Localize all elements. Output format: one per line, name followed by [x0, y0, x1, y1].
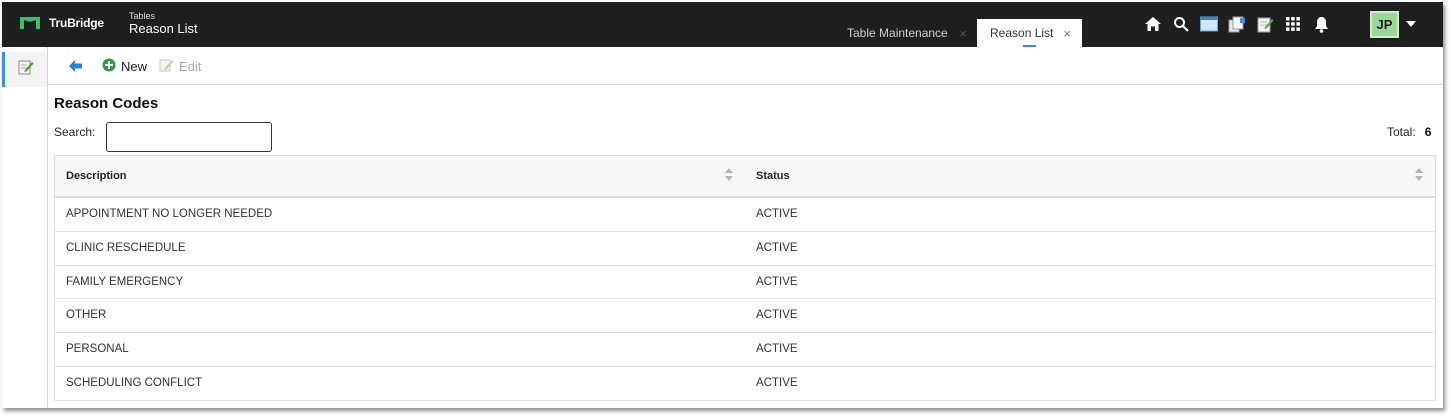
cell-status: ACTIVE	[756, 241, 798, 254]
chevron-down-icon[interactable]	[1406, 21, 1416, 27]
cell-status: ACTIVE	[756, 208, 798, 220]
cell-description: FAMILY EMERGENCY	[66, 275, 184, 288]
toolbar: New Edit	[48, 47, 1443, 85]
notes-icon[interactable]	[1255, 14, 1275, 34]
tab-table-maintenance[interactable]: Table Maintenance ×	[835, 19, 973, 47]
app-window: TruBridge Tables Reason List Table Maint…	[2, 2, 1443, 408]
total-value: 6	[1424, 125, 1432, 139]
new-button-label: New	[121, 59, 148, 74]
search-icon[interactable]	[1171, 14, 1191, 34]
user-avatar[interactable]: JP	[1370, 11, 1399, 38]
apps-grid-icon[interactable]	[1283, 14, 1303, 34]
nav-item-edit-notes[interactable]	[2, 52, 47, 87]
table-row[interactable]: CLINIC RESCHEDULE ACTIVE	[55, 231, 1435, 266]
table-row[interactable]: SCHEDULING CONFLICT ACTIVE	[55, 366, 1435, 401]
table-header: Description Status	[55, 156, 1435, 198]
module-title-block: Tables Reason List	[129, 11, 198, 37]
left-nav-rail	[2, 47, 48, 408]
new-button[interactable]: New	[102, 58, 147, 75]
brand-logo[interactable]: TruBridge	[20, 16, 104, 30]
tab-label: Table Maintenance	[847, 26, 948, 40]
table-row[interactable]: PERSONAL ACTIVE	[55, 333, 1435, 367]
module-category: Tables	[129, 11, 156, 21]
sort-icon[interactable]	[1415, 168, 1423, 182]
total-label: Total:	[1387, 125, 1416, 139]
search-label: Search:	[54, 125, 96, 139]
table-row[interactable]: OTHER ACTIVE	[55, 299, 1435, 334]
cell-status: ACTIVE	[756, 343, 798, 356]
column-header-status[interactable]: Status	[756, 170, 790, 182]
brand-name: TruBridge	[49, 16, 104, 30]
bell-icon[interactable]	[1311, 14, 1331, 34]
cell-status: ACTIVE	[756, 376, 798, 389]
trubridge-logo-icon	[20, 17, 40, 29]
tab-label: Reason List	[990, 26, 1054, 40]
home-icon[interactable]	[1143, 14, 1163, 34]
back-arrow-icon[interactable]	[69, 59, 83, 77]
total-count: Total: 6	[1387, 125, 1431, 139]
search-input[interactable]	[106, 122, 272, 152]
cell-status: ACTIVE	[756, 309, 798, 322]
cell-description: CLINIC RESCHEDULE	[66, 241, 186, 254]
close-icon[interactable]: ×	[1063, 26, 1071, 41]
cell-description: SCHEDULING CONFLICT	[66, 376, 203, 389]
column-header-description[interactable]: Description	[66, 170, 127, 182]
edit-icon	[159, 58, 174, 75]
global-actions	[1143, 14, 1339, 34]
edit-button-label: Edit	[179, 59, 202, 74]
notes-icon	[18, 59, 34, 80]
table-row[interactable]: APPOINTMENT NO LONGER NEEDED ACTIVE	[55, 198, 1435, 232]
sort-icon[interactable]	[725, 168, 733, 182]
window-icon[interactable]	[1199, 14, 1219, 34]
page-title: Reason List	[129, 21, 198, 36]
section-heading: Reason Codes	[54, 95, 159, 112]
reason-codes-table: Description Status APPOINTMENT NO LONGER…	[54, 155, 1436, 401]
cell-description: APPOINTMENT NO LONGER NEEDED	[66, 208, 273, 220]
add-circle-icon	[102, 58, 116, 75]
cell-description: OTHER	[66, 309, 107, 322]
top-bar: TruBridge Tables Reason List Table Maint…	[2, 2, 1443, 47]
close-icon[interactable]: ×	[959, 26, 967, 41]
documents-icon[interactable]	[1227, 14, 1247, 34]
tab-reason-list[interactable]: Reason List ×	[977, 19, 1082, 47]
cell-status: ACTIVE	[756, 275, 798, 288]
cell-description: PERSONAL	[66, 343, 129, 356]
table-row[interactable]: FAMILY EMERGENCY ACTIVE	[55, 265, 1435, 300]
edit-button[interactable]: Edit	[159, 58, 201, 75]
